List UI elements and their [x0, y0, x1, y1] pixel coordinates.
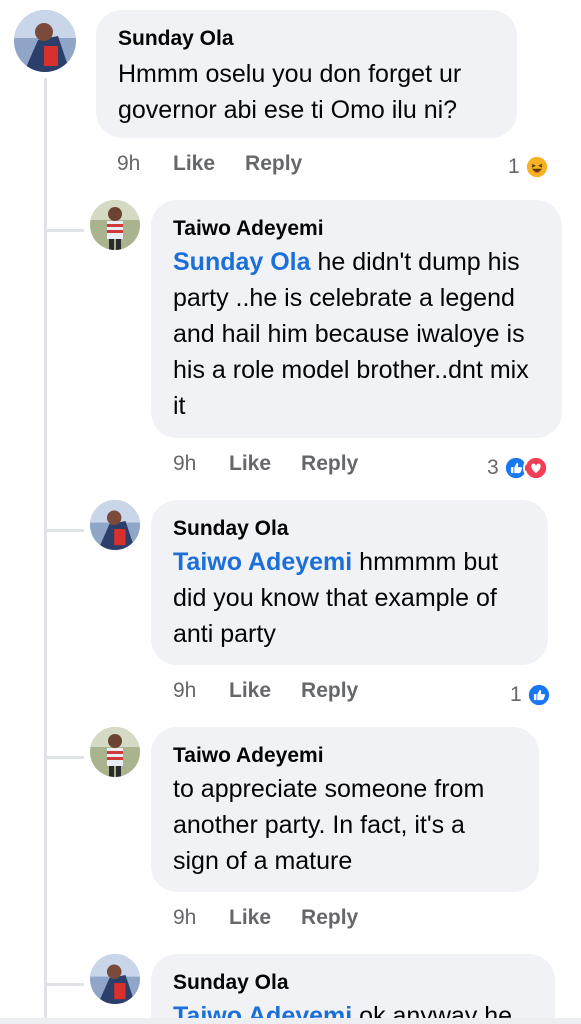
reply-button[interactable]: Reply: [245, 152, 302, 176]
reaction-count: 1: [508, 155, 520, 178]
avatar-sunday-ola[interactable]: [90, 500, 140, 550]
comment-actions: 9h Like Reply: [173, 679, 388, 703]
thread-branch: [44, 756, 84, 759]
comment-text: Taiwo Adeyemi hmmmm but did you know tha…: [173, 544, 526, 652]
comment-time[interactable]: 9h: [173, 452, 229, 476]
avatar-taiwo-adeyemi[interactable]: [90, 200, 140, 250]
comment-body: Hmmm oselu you don forget ur governor ab…: [118, 60, 462, 124]
comment-bubble: Sunday Ola Hmmm oselu you don forget ur …: [96, 10, 517, 138]
avatar-sunday-ola[interactable]: [14, 10, 76, 72]
reaction-count: 1: [510, 683, 522, 706]
reply-button[interactable]: Reply: [301, 906, 358, 930]
comment-bubble: Taiwo Adeyemi to appreciate someone from…: [151, 727, 539, 892]
comment-text: to appreciate someone from another party…: [173, 771, 517, 879]
reaction-summary[interactable]: 1: [508, 154, 550, 180]
comment-body: to appreciate someone from another party…: [173, 775, 485, 875]
bottom-divider: [0, 1018, 581, 1024]
comment-text: Hmmm oselu you don forget ur governor ab…: [118, 56, 495, 128]
reply-button[interactable]: Reply: [301, 679, 358, 703]
comment-bubble: Taiwo Adeyemi Sunday Ola he didn't dump …: [151, 200, 562, 438]
avatar-sunday-ola[interactable]: [90, 954, 140, 1004]
comment-bubble: Sunday Ola Taiwo Adeyemi ok anyway he: [151, 954, 555, 1024]
haha-icon: [523, 154, 550, 180]
comment-actions: 9h Like Reply: [117, 152, 332, 176]
comment-author[interactable]: Taiwo Adeyemi: [173, 743, 517, 769]
comment-time[interactable]: 9h: [173, 906, 229, 930]
thread-line: [44, 78, 47, 1024]
thread-branch: [44, 529, 84, 532]
like-button[interactable]: Like: [229, 679, 271, 703]
like-icon: [525, 682, 552, 708]
mention-link[interactable]: Sunday Ola: [173, 248, 311, 276]
reaction-summary[interactable]: 3: [487, 455, 549, 481]
thread-branch: [44, 229, 84, 232]
comment-time[interactable]: 9h: [117, 152, 173, 176]
comment-bubble: Sunday Ola Taiwo Adeyemi hmmmm but did y…: [151, 500, 548, 665]
comment-author[interactable]: Sunday Ola: [173, 970, 533, 996]
comment-actions: 9h Like Reply: [173, 452, 388, 476]
like-button[interactable]: Like: [173, 152, 215, 176]
comment-actions: 9h Like Reply: [173, 906, 388, 930]
comment-author[interactable]: Sunday Ola: [173, 516, 526, 542]
comment-text: Sunday Ola he didn't dump his party ..he…: [173, 244, 540, 424]
like-button[interactable]: Like: [229, 452, 271, 476]
reply-button[interactable]: Reply: [301, 452, 358, 476]
reaction-summary[interactable]: 1: [510, 682, 552, 708]
comment-author[interactable]: Sunday Ola: [118, 26, 495, 52]
comment-author[interactable]: Taiwo Adeyemi: [173, 216, 540, 242]
mention-link[interactable]: Taiwo Adeyemi: [173, 548, 352, 576]
love-icon: [522, 455, 549, 481]
reaction-count: 3: [487, 456, 499, 479]
thread-branch: [44, 983, 84, 986]
avatar-taiwo-adeyemi[interactable]: [90, 727, 140, 777]
like-button[interactable]: Like: [229, 906, 271, 930]
comment-time[interactable]: 9h: [173, 679, 229, 703]
